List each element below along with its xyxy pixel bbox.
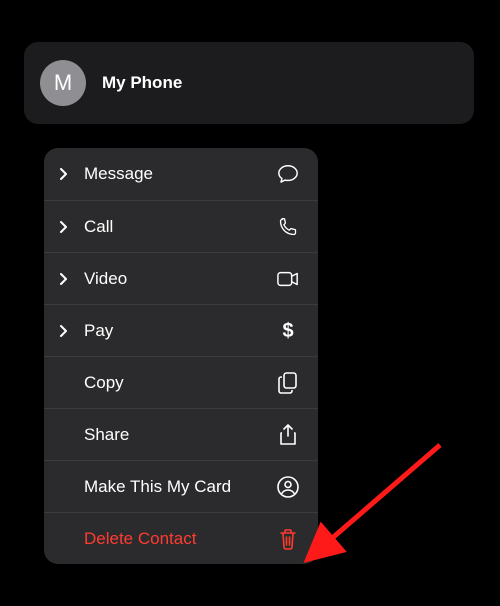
menu-item-copy[interactable]: Copy [44, 356, 318, 408]
dollar-icon: $ [276, 319, 300, 343]
chevron-right-icon [60, 221, 78, 233]
video-icon [276, 267, 300, 291]
contact-name: My Phone [102, 73, 182, 93]
menu-item-share[interactable]: Share [44, 408, 318, 460]
contact-card[interactable]: M My Phone [24, 42, 474, 124]
trash-icon [276, 527, 300, 551]
svg-text:$: $ [282, 320, 293, 342]
chevron-right-icon [60, 168, 78, 180]
menu-label: Call [84, 217, 276, 237]
menu-item-video[interactable]: Video [44, 252, 318, 304]
avatar-initial: M [54, 70, 72, 96]
chevron-right-icon [60, 325, 78, 337]
menu-label: Copy [84, 373, 276, 393]
menu-item-call[interactable]: Call [44, 200, 318, 252]
context-menu: Message Call Video Pay $ [44, 148, 318, 564]
phone-icon [276, 215, 300, 239]
menu-label: Delete Contact [84, 529, 276, 549]
menu-label: Share [84, 425, 276, 445]
copy-icon [276, 371, 300, 395]
person-circle-icon [276, 475, 300, 499]
message-icon [276, 162, 300, 186]
menu-item-mycard[interactable]: Make This My Card [44, 460, 318, 512]
menu-label: Pay [84, 321, 276, 341]
avatar: M [40, 60, 86, 106]
menu-label: Video [84, 269, 276, 289]
menu-item-delete[interactable]: Delete Contact [44, 512, 318, 564]
menu-item-pay[interactable]: Pay $ [44, 304, 318, 356]
menu-label: Message [84, 164, 276, 184]
chevron-right-icon [60, 273, 78, 285]
menu-item-message[interactable]: Message [44, 148, 318, 200]
share-icon [276, 423, 300, 447]
menu-label: Make This My Card [84, 477, 276, 497]
